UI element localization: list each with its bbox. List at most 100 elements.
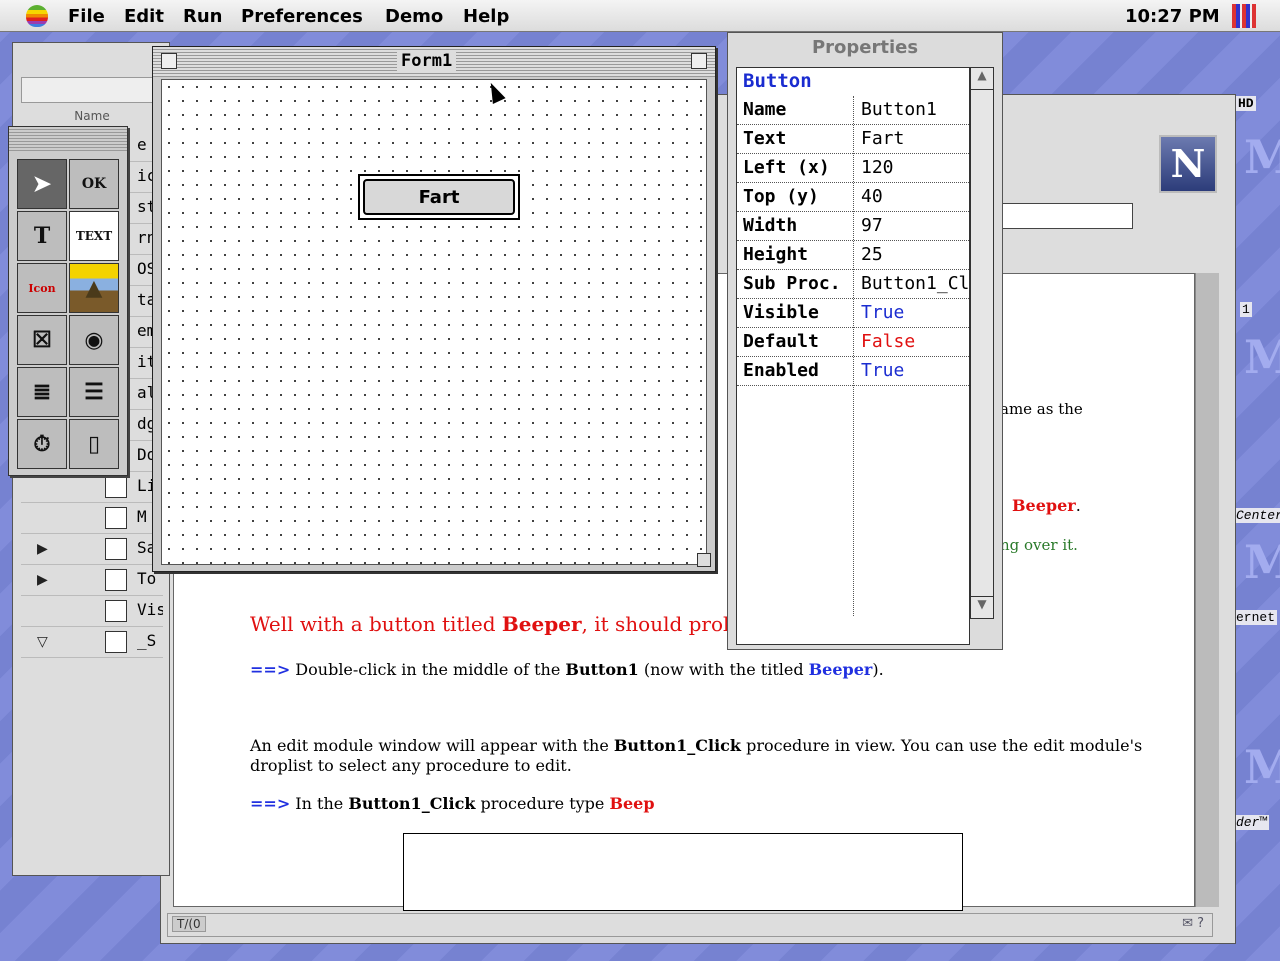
desktop-mac-logo: M xyxy=(1244,535,1280,589)
property-row[interactable]: Left (x) 120 xyxy=(737,154,971,183)
menu-run[interactable]: Run xyxy=(183,6,223,27)
desktop-label[interactable]: Center xyxy=(1234,508,1280,523)
list-tool-icon[interactable]: ≣ xyxy=(17,367,67,417)
tutorial-heading: Well with a button titled Beeper, it sho… xyxy=(250,612,779,636)
desktop-label[interactable]: 1 xyxy=(1240,302,1252,317)
properties-window: Properties Button Name Button1 Text Fart Lef… xyxy=(727,32,1003,650)
file-icon xyxy=(105,569,127,591)
property-key: Visible xyxy=(743,302,819,323)
property-value[interactable]: 25 xyxy=(861,244,969,265)
property-value[interactable]: Fart xyxy=(861,128,969,149)
hard-disk-label[interactable]: HD xyxy=(1236,96,1256,111)
desktop-label[interactable]: ernet xyxy=(1234,610,1278,625)
desktop-mac-logo: M xyxy=(1244,330,1280,384)
icon-tool-icon[interactable]: Icon xyxy=(17,263,67,313)
scroll-up-icon[interactable]: ▲ xyxy=(971,68,993,90)
properties-title: Properties xyxy=(811,37,919,58)
property-key: Height xyxy=(743,244,809,265)
text-field-tool-icon[interactable]: TEXT xyxy=(69,211,119,261)
disclosure-triangle-icon[interactable]: ▶ xyxy=(37,541,48,557)
desktop-mac-logo: M xyxy=(1244,130,1280,184)
menu-help[interactable]: Help xyxy=(463,6,509,27)
property-row[interactable]: Height 25 xyxy=(737,241,971,270)
property-value[interactable]: True xyxy=(861,302,969,323)
list-item[interactable]: ▶ Sa xyxy=(21,534,163,565)
property-value[interactable]: 40 xyxy=(861,186,969,207)
picture-tool-icon[interactable]: ▲ xyxy=(69,263,119,313)
form1-title-bar[interactable]: Form1 xyxy=(153,47,715,77)
property-key: Text xyxy=(743,128,787,149)
form-design-grid[interactable]: Fart xyxy=(161,79,707,565)
label-tool-icon[interactable]: T xyxy=(17,211,67,261)
list-item[interactable]: ▽ _S xyxy=(21,627,163,658)
property-key: Width xyxy=(743,215,798,236)
scroll-down-icon[interactable]: ▼ xyxy=(971,596,993,618)
netscape-logo-icon[interactable]: N xyxy=(1159,135,1217,193)
text-fragment: ng over it. xyxy=(1000,536,1078,554)
form1-window: Form1 Fart xyxy=(152,46,716,572)
browser-scrollbar[interactable] xyxy=(1195,273,1219,907)
property-value[interactable]: Button1 xyxy=(861,99,969,120)
tutorial-paragraph: An edit module window will appear with t… xyxy=(250,736,1143,755)
scrollbar-tool-icon[interactable]: ▯ xyxy=(69,419,119,469)
security-indicator-icon[interactable]: T/(0 xyxy=(172,916,206,932)
property-row[interactable]: Name Button1 xyxy=(737,96,971,125)
properties-table: Button Name Button1 Text Fart Left (x) 120 Top… xyxy=(736,67,971,645)
disclosure-triangle-icon[interactable]: ▽ xyxy=(37,634,48,650)
apple-menu-icon[interactable] xyxy=(26,5,48,27)
list-item[interactable]: ▶ To xyxy=(21,565,163,596)
property-row[interactable]: Visible True xyxy=(737,299,971,328)
menu-clock[interactable]: 10:27 PM xyxy=(1125,6,1220,27)
file-icon xyxy=(105,507,127,529)
desktop-label[interactable]: der™ xyxy=(1234,815,1270,830)
popup-tool-icon[interactable]: ☰ xyxy=(69,367,119,417)
palette-title-bar[interactable] xyxy=(9,127,127,151)
ok-button-tool-icon[interactable]: OK xyxy=(69,159,119,209)
checkbox-tool-icon[interactable]: ☒ xyxy=(17,315,67,365)
list-item[interactable]: Vis xyxy=(21,596,163,627)
property-key: Top (y) xyxy=(743,186,819,207)
zoom-box-icon[interactable] xyxy=(691,53,707,69)
property-key: Name xyxy=(743,99,787,120)
menu-bar: File Edit Run Preferences Demo Help 10:2… xyxy=(0,0,1280,32)
property-row[interactable]: Width 97 xyxy=(737,212,971,241)
desktop-mac-logo: M xyxy=(1244,740,1280,794)
property-value[interactable]: 120 xyxy=(861,157,969,178)
list-item-label: _S xyxy=(137,631,157,650)
property-row[interactable]: Text Fart xyxy=(737,125,971,154)
fart-button[interactable]: Fart xyxy=(358,174,520,220)
code-box xyxy=(403,833,963,911)
menu-file[interactable]: File xyxy=(68,6,105,27)
menu-preferences[interactable]: Preferences xyxy=(241,6,363,27)
property-row[interactable]: Default False xyxy=(737,328,971,357)
disclosure-triangle-icon[interactable]: ▶ xyxy=(37,572,48,588)
property-row[interactable]: Top (y) 40 xyxy=(737,183,971,212)
property-row[interactable]: Sub Proc. Button1_Cl xyxy=(737,270,971,299)
resize-handle-icon[interactable] xyxy=(697,553,711,567)
object-type-label: Button xyxy=(743,70,812,92)
menu-edit[interactable]: Edit xyxy=(124,6,164,27)
list-header xyxy=(21,77,163,103)
properties-scrollbar[interactable]: ▲ ▼ xyxy=(970,67,994,619)
timer-tool-icon[interactable]: ⏱ xyxy=(17,419,67,469)
list-item[interactable]: M xyxy=(21,503,163,534)
tool-palette: ➤ OK T TEXT Icon ▲ ☒ ◉ ≣ ☰ ⏱ ▯ xyxy=(8,126,128,476)
property-value[interactable]: Button1_Cl xyxy=(861,273,969,294)
menu-demo[interactable]: Demo xyxy=(385,6,443,27)
file-icon xyxy=(105,631,127,653)
pointer-tool-icon[interactable]: ➤ xyxy=(17,159,67,209)
file-icon xyxy=(105,600,127,622)
close-box-icon[interactable] xyxy=(161,53,177,69)
property-value[interactable]: True xyxy=(861,360,969,381)
file-icon xyxy=(105,538,127,560)
property-value[interactable]: 97 xyxy=(861,215,969,236)
location-field[interactable] xyxy=(1001,203,1133,229)
mail-icon[interactable]: ✉ ? xyxy=(1182,916,1204,931)
application-menu-icon[interactable] xyxy=(1232,4,1256,28)
property-row[interactable]: Enabled True xyxy=(737,357,971,386)
tutorial-step: ==> Double-click in the middle of the Bu… xyxy=(250,660,884,679)
text-fragment: Beeper. xyxy=(1012,496,1081,515)
radio-tool-icon[interactable]: ◉ xyxy=(69,315,119,365)
list-item[interactable]: Li xyxy=(21,472,163,503)
property-value[interactable]: False xyxy=(861,331,969,352)
